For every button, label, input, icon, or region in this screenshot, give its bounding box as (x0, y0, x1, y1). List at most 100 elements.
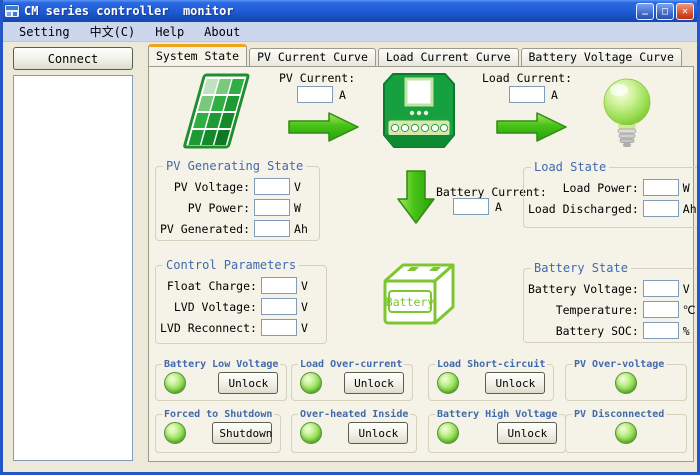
status-led (437, 372, 459, 394)
flow-arrow-down-icon (397, 170, 435, 229)
temperature-label: Temperature: (556, 303, 639, 317)
alarm-title: Battery Low Voltage (162, 359, 280, 370)
lvd-reconnect-label: LVD Reconnect: (160, 321, 257, 335)
unlock-button[interactable]: Unlock (218, 372, 278, 394)
status-led (615, 422, 637, 444)
unlock-button[interactable]: Unlock (344, 372, 404, 394)
flow-arrow-right-icon (288, 111, 360, 147)
unlock-button[interactable]: Unlock (485, 372, 545, 394)
alarm-battery-low-voltage: Battery Low Voltage Unlock (155, 359, 287, 401)
float-charge-label: Float Charge: (167, 279, 257, 293)
load-current-field[interactable] (509, 86, 545, 103)
load-discharged-label: Load Discharged: (528, 202, 639, 216)
battery-voltage-label: Battery Voltage: (528, 282, 639, 296)
status-led (164, 372, 186, 394)
load-state-group: Load State Load Power: W Load Discharged… (523, 160, 700, 228)
group-title: Load State (531, 160, 609, 174)
pv-generating-state-group: PV Generating State PV Voltage: V PV Pow… (155, 159, 320, 241)
tab-system-state[interactable]: System State (148, 44, 247, 66)
pv-power-label: PV Power: (188, 201, 250, 215)
window-controls: _ □ ✕ (636, 3, 694, 20)
battery-soc-label: Battery SOC: (556, 324, 639, 338)
lvd-voltage-field[interactable] (261, 298, 297, 315)
pv-voltage-label: PV Voltage: (174, 180, 250, 194)
temperature-unit: ℃ (683, 303, 700, 317)
tab-load-current-curve[interactable]: Load Current Curve (378, 48, 519, 66)
group-title: Control Parameters (163, 258, 299, 272)
solar-panel-icon (183, 73, 253, 153)
status-led (437, 422, 459, 444)
titlebar: CM series controller monitor _ □ ✕ (0, 0, 700, 22)
alarm-title: Load Over-current (298, 359, 404, 370)
alarm-pv-over-voltage: PV Over-voltage (565, 359, 687, 401)
tab-battery-voltage-curve[interactable]: Battery Voltage Curve (521, 48, 682, 66)
pv-current-field[interactable] (297, 86, 333, 103)
lvd-reconnect-unit: V (301, 321, 320, 335)
alarm-title: Battery High Voltage (435, 409, 559, 420)
load-current-label: Load Current: (482, 71, 572, 85)
status-led (300, 422, 322, 444)
pv-voltage-unit: V (294, 180, 313, 194)
battery-soc-field[interactable] (643, 322, 679, 339)
float-charge-unit: V (301, 279, 320, 293)
lvd-reconnect-field[interactable] (261, 319, 297, 336)
pv-generated-field[interactable] (254, 220, 290, 237)
lvd-voltage-unit: V (301, 300, 320, 314)
battery-current-unit: A (495, 200, 502, 214)
menu-language[interactable]: 中文(C) (81, 22, 145, 41)
pv-current-unit: A (339, 88, 346, 102)
status-led (300, 372, 322, 394)
alarm-load-short-circuit: Load Short-circuit Unlock (428, 359, 554, 401)
close-button[interactable]: ✕ (676, 3, 694, 20)
menu-setting[interactable]: Setting (10, 24, 79, 40)
alarm-battery-high-voltage: Battery High Voltage Unlock (428, 409, 566, 453)
menu-about[interactable]: About (195, 24, 249, 40)
pv-power-unit: W (294, 201, 313, 215)
flow-arrow-right-icon (496, 111, 568, 147)
alarm-title: Forced to Shutdown (162, 409, 274, 420)
battery-soc-unit: % (683, 324, 700, 338)
temperature-field[interactable] (643, 301, 679, 318)
alarm-load-over-current: Load Over-current Unlock (291, 359, 413, 401)
battery-icon-label: Battery (386, 295, 435, 309)
maximize-button[interactable]: □ (656, 3, 674, 20)
unlock-button[interactable]: Unlock (497, 422, 557, 444)
pv-current-label: PV Current: (279, 71, 355, 85)
alarm-title: PV Disconnected (572, 409, 666, 420)
connect-button[interactable]: Connect (13, 47, 133, 70)
battery-current-field[interactable] (453, 198, 489, 215)
light-bulb-icon (599, 77, 655, 153)
alarm-pv-disconnected: PV Disconnected (565, 409, 687, 453)
load-discharged-field[interactable] (643, 200, 679, 217)
system-state-panel: PV Current: A Load Current: A (148, 66, 694, 462)
app-icon (4, 3, 20, 19)
shutdown-button[interactable]: Shutdown (212, 422, 272, 444)
status-led (615, 372, 637, 394)
window-title: CM series controller monitor (24, 4, 636, 18)
lvd-voltage-label: LVD Voltage: (174, 300, 257, 314)
minimize-button[interactable]: _ (636, 3, 654, 20)
float-charge-field[interactable] (261, 277, 297, 294)
load-discharged-unit: Ah (683, 202, 700, 216)
unlock-button[interactable]: Unlock (348, 422, 408, 444)
pv-generated-label: PV Generated: (160, 222, 250, 236)
load-current-unit: A (551, 88, 558, 102)
menubar: Setting 中文(C) Help About (0, 22, 700, 42)
device-list[interactable] (13, 75, 133, 461)
battery-state-group: Battery State Battery Voltage: V Tempera… (523, 261, 700, 343)
load-power-label: Load Power: (563, 181, 639, 195)
alarm-title: Over-heated Inside (298, 409, 410, 420)
pv-generated-unit: Ah (294, 222, 313, 236)
battery-voltage-field[interactable] (643, 280, 679, 297)
group-title: PV Generating State (163, 159, 306, 173)
load-power-field[interactable] (643, 179, 679, 196)
battery-icon: Battery (377, 255, 461, 337)
pv-power-field[interactable] (254, 199, 290, 216)
status-led (164, 422, 186, 444)
alarm-title: Load Short-circuit (435, 359, 547, 370)
pv-voltage-field[interactable] (254, 178, 290, 195)
menu-help[interactable]: Help (146, 24, 193, 40)
tab-strip: System State PV Current Curve Load Curre… (148, 47, 684, 66)
controller-icon (379, 72, 459, 154)
tab-pv-current-curve[interactable]: PV Current Curve (249, 48, 376, 66)
